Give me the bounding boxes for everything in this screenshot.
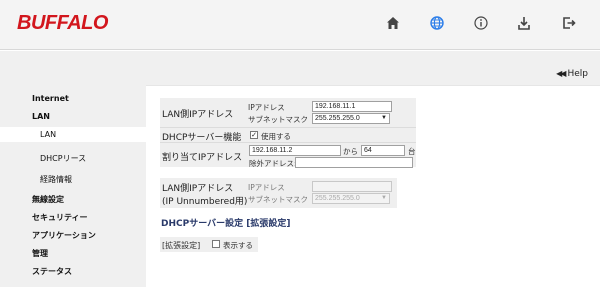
sidebar-subitem-routing[interactable]: 経路情報	[0, 174, 146, 186]
sidebar-item-wireless[interactable]: 無線設定	[0, 194, 146, 206]
logout-icon[interactable]	[560, 14, 578, 32]
unnumbered-label-line1: LAN側IPアドレス	[162, 184, 234, 194]
help-bar: ◀◀ Help	[0, 51, 600, 85]
chevron-down-icon: ▼	[381, 115, 387, 121]
sidebar-item-lan[interactable]: LAN	[0, 111, 146, 123]
unnumbered-mask-value: 255.255.255.0	[315, 195, 360, 202]
sidebar-subitem-dhcp-lease[interactable]: DHCPリース	[0, 153, 146, 165]
extended-settings-label: [拡張設定]	[162, 241, 201, 250]
help-label: Help	[567, 69, 588, 79]
home-icon[interactable]	[384, 14, 402, 32]
sidebar-item-security[interactable]: セキュリティー	[0, 212, 146, 224]
unit-label: 台	[408, 147, 416, 156]
exclude-address-label: 除外アドレス:	[249, 159, 297, 168]
dhcp-server-option: 使用する	[261, 132, 291, 141]
lan-ip-label: LAN側IPアドレス	[162, 110, 234, 120]
unnumbered-panel: LAN側IPアドレス (IP Unnumbered用) IPアドレス サブネット…	[160, 178, 397, 208]
main-content: LAN側IPアドレス IPアドレス 192.168.11.1 サブネットマスク …	[146, 85, 600, 287]
lan-settings-panel: LAN側IPアドレス IPアドレス 192.168.11.1 サブネットマスク …	[160, 98, 416, 168]
help-link[interactable]: ◀◀ Help	[556, 69, 588, 79]
subnet-mask-select[interactable]: 255.255.255.0 ▼	[312, 113, 390, 124]
info-icon[interactable]	[472, 14, 490, 32]
assign-count-input[interactable]: 64	[361, 145, 405, 156]
exclude-address-input[interactable]	[295, 157, 413, 168]
sidebar-item-internet[interactable]: Internet	[0, 93, 146, 105]
dhcp-server-label: DHCPサーバー機能	[162, 133, 242, 143]
buffalo-logo: BUFFALO	[17, 12, 108, 34]
from-label: から	[343, 147, 358, 156]
assign-ip-label: 割り当てIPアドレス	[162, 153, 243, 163]
assign-start-input[interactable]: 192.168.11.2	[249, 145, 341, 156]
unnumbered-ip-label: IPアドレス	[248, 183, 285, 192]
show-extended-option: 表示する	[223, 241, 253, 250]
globe-icon[interactable]	[428, 14, 446, 32]
sidebar-subitem-lan[interactable]: LAN	[0, 127, 146, 142]
row-divider	[160, 127, 416, 128]
lan-ip-input[interactable]: 192.168.11.1	[312, 101, 392, 112]
unnumbered-mask-label: サブネットマスク	[248, 195, 308, 204]
unnumbered-label-line2: (IP Unnumbered用)	[162, 197, 248, 207]
unnumbered-mask-select[interactable]: 255.255.255.0 ▼	[312, 193, 390, 204]
dhcp-extended-panel: [拡張設定] 表示する	[160, 237, 258, 252]
dhcp-extended-title: DHCPサーバー設定 [拡張設定]	[161, 219, 291, 229]
subnet-mask-value: 255.255.255.0	[315, 115, 360, 122]
unnumbered-ip-input[interactable]	[312, 181, 392, 192]
chevron-down-icon: ▼	[381, 195, 387, 201]
show-extended-checkbox[interactable]	[212, 240, 220, 248]
dhcp-server-checkbox[interactable]: ✓	[250, 131, 258, 139]
sidebar-item-admin[interactable]: 管理	[0, 248, 146, 260]
sidebar-item-status[interactable]: ステータス	[0, 266, 146, 278]
sidebar: Internet LAN LAN DHCPリース 経路情報 無線設定 セキュリテ…	[0, 85, 146, 287]
double-arrow-left-icon: ◀◀	[556, 69, 566, 78]
download-icon[interactable]	[515, 14, 533, 32]
ip-address-label: IPアドレス	[248, 103, 285, 112]
sidebar-item-application[interactable]: アプリケーション	[0, 230, 146, 242]
subnet-mask-label: サブネットマスク	[248, 115, 308, 124]
top-header: BUFFALO	[0, 0, 600, 50]
